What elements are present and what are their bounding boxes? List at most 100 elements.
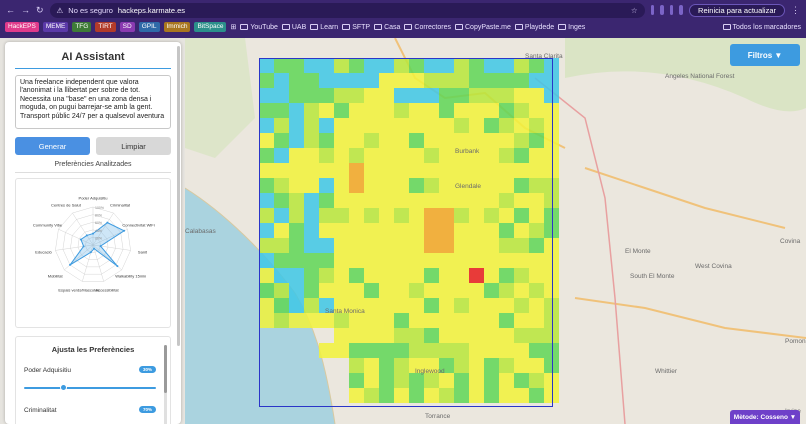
pref-label: Criminalitat: [24, 407, 57, 414]
pref-slider-poder-adquisitiu[interactable]: [24, 384, 156, 391]
folder-icon: [342, 24, 351, 30]
security-label: No es seguro: [68, 5, 113, 15]
bookmarks-bar: HackEPS MEME TFG TIRT SD GPIL Immich BitSpace ⊞ Y…: [0, 20, 806, 34]
bookmark-tag[interactable]: MEME: [42, 22, 69, 32]
extension-icon[interactable]: [650, 5, 655, 15]
folder-icon: [514, 24, 523, 30]
radar-axis-label: Mobilitat: [47, 273, 63, 279]
warning-icon: ⚠: [56, 5, 64, 15]
radar-point: [93, 247, 96, 250]
radar-point: [106, 221, 109, 224]
bookmark-link[interactable]: Correctores: [404, 24, 451, 31]
section-divider: [15, 172, 171, 173]
bookmark-link[interactable]: YouTube: [240, 24, 278, 31]
generate-button[interactable]: Generar: [15, 137, 90, 155]
map-place-label: South El Monte: [630, 273, 675, 280]
folder-icon: [558, 24, 567, 30]
extension-icon[interactable]: [660, 5, 664, 15]
bookmark-tag[interactable]: SD: [119, 22, 135, 32]
radar-chart-card: 100% 80% 60% 40% 20% Poder Adquisitiu Crimina…: [15, 178, 171, 328]
radar-point: [79, 238, 82, 241]
forward-icon[interactable]: →: [21, 4, 30, 16]
analyzed-preferences-label: Preferències Analitzades: [54, 161, 132, 168]
radar-tick-label: 100%: [95, 206, 104, 210]
bookmark-tag[interactable]: BitSpace: [194, 22, 227, 32]
radar-point: [123, 229, 126, 232]
bookmark-tag[interactable]: HackEPS: [5, 22, 39, 32]
update-button[interactable]: Reinicia para actualizar: [689, 3, 786, 17]
panel-title: AI Assistant: [61, 51, 125, 63]
radar-axis-label: Sanit: [137, 249, 148, 255]
bookmark-link[interactable]: Inges: [558, 24, 585, 31]
panel-scrollbar[interactable]: [177, 46, 180, 346]
map-place-label: Santa Clarita: [525, 53, 563, 60]
radar-point: [116, 265, 119, 268]
method-dropdown[interactable]: Mètode: Cosseno ▼: [730, 410, 800, 424]
folder-icon: [310, 24, 319, 30]
map-place-label: Whittier: [655, 368, 678, 375]
radar-axis-label: Community Vibe: [32, 222, 63, 228]
extensions-puzzle-icon[interactable]: [679, 5, 684, 15]
bookmark-tag[interactable]: Immich: [163, 22, 191, 32]
map-place-label: Glendale: [455, 183, 482, 190]
reload-icon[interactable]: ↻: [36, 4, 44, 16]
bookmark-tag[interactable]: GPIL: [138, 22, 160, 32]
radar-tick-label: 60%: [95, 221, 102, 225]
map-place-label: Santa Monica: [325, 308, 365, 315]
map-area[interactable]: Calabasas Glendale Burbank El Monte West Cov…: [185, 38, 806, 424]
bookmark-link[interactable]: UAB: [281, 24, 306, 31]
map-place-label: Calabasas: [185, 228, 216, 235]
pref-value-badge: 30%: [138, 366, 156, 373]
preferences-scrollbar[interactable]: [164, 345, 167, 424]
browser-chrome: ← → ↻ ⚠ No es seguro hackeps.karmate.es …: [0, 0, 806, 38]
radar-tick-label: 20%: [95, 236, 102, 240]
radar-point: [89, 251, 92, 254]
folder-icon: [281, 24, 290, 30]
radar-tick-label: 40%: [95, 229, 102, 233]
scrollbar-thumb[interactable]: [164, 345, 167, 393]
map-place-label: Angeles National Forest: [665, 73, 735, 80]
apps-grid-icon[interactable]: ⊞: [230, 23, 236, 31]
bookmark-link[interactable]: Learn: [310, 24, 338, 31]
bookmark-star-icon[interactable]: ☆: [631, 6, 638, 15]
bookmark-link[interactable]: CopyPaste.me: [455, 24, 511, 31]
action-buttons: Generar Limpiar: [15, 137, 171, 155]
prompt-textarea[interactable]: Una freelance independent que valora l'a…: [15, 75, 171, 129]
map-place-label: Inglewood: [415, 368, 445, 375]
ai-assistant-panel: AI Assistant Una freelance independent q…: [5, 42, 181, 424]
bookmark-tag[interactable]: TIRT: [95, 22, 116, 32]
folder-icon: [455, 24, 463, 30]
clear-button[interactable]: Limpiar: [96, 137, 171, 155]
pref-row-criminalitat: Criminalitat 70%: [24, 406, 156, 414]
slider-thumb[interactable]: [59, 384, 67, 391]
map-place-label: Torrance: [425, 413, 451, 420]
pref-value-badge: 70%: [138, 406, 156, 413]
folder-icon: [240, 24, 249, 30]
map-place-label: Burbank: [455, 148, 480, 155]
radar-axis-label: Espais verds/Mascotes: [58, 287, 100, 293]
menu-icon[interactable]: ⋮: [791, 4, 800, 16]
browser-toolbar: ← → ↻ ⚠ No es seguro hackeps.karmate.es …: [0, 0, 806, 20]
radar-axis-label: Connectivitat WiFi: [122, 222, 155, 228]
filters-button[interactable]: Filtros ▼: [730, 44, 800, 66]
extension-icon[interactable]: [669, 5, 674, 15]
pref-row-poder-adquisitiu: Poder Adquisitiu 30%: [24, 366, 156, 374]
back-icon[interactable]: ←: [6, 4, 15, 16]
folder-icon: [722, 24, 731, 30]
radar-tick-label: 80%: [95, 214, 102, 218]
radar-point: [82, 245, 85, 248]
all-bookmarks-link[interactable]: Todos los marcadores: [722, 24, 801, 31]
title-divider: [15, 68, 171, 69]
map-place-label: Covina: [780, 238, 801, 245]
bookmark-link[interactable]: Playdede: [514, 24, 554, 31]
bookmark-link[interactable]: Casa: [374, 24, 400, 31]
radar-axis-label: Walkability 15min: [115, 273, 147, 279]
address-bar[interactable]: ⚠ No es seguro hackeps.karmate.es ☆: [49, 2, 645, 18]
radar-axis-label: Centres de Salut: [51, 202, 81, 208]
folder-icon: [374, 24, 383, 30]
pref-label: Poder Adquisitiu: [24, 367, 71, 374]
bookmark-tag[interactable]: TFG: [72, 22, 92, 32]
bookmark-link[interactable]: SFTP: [342, 24, 370, 31]
radar-point: [69, 263, 72, 266]
radar-axis-label: Educació: [35, 249, 52, 255]
